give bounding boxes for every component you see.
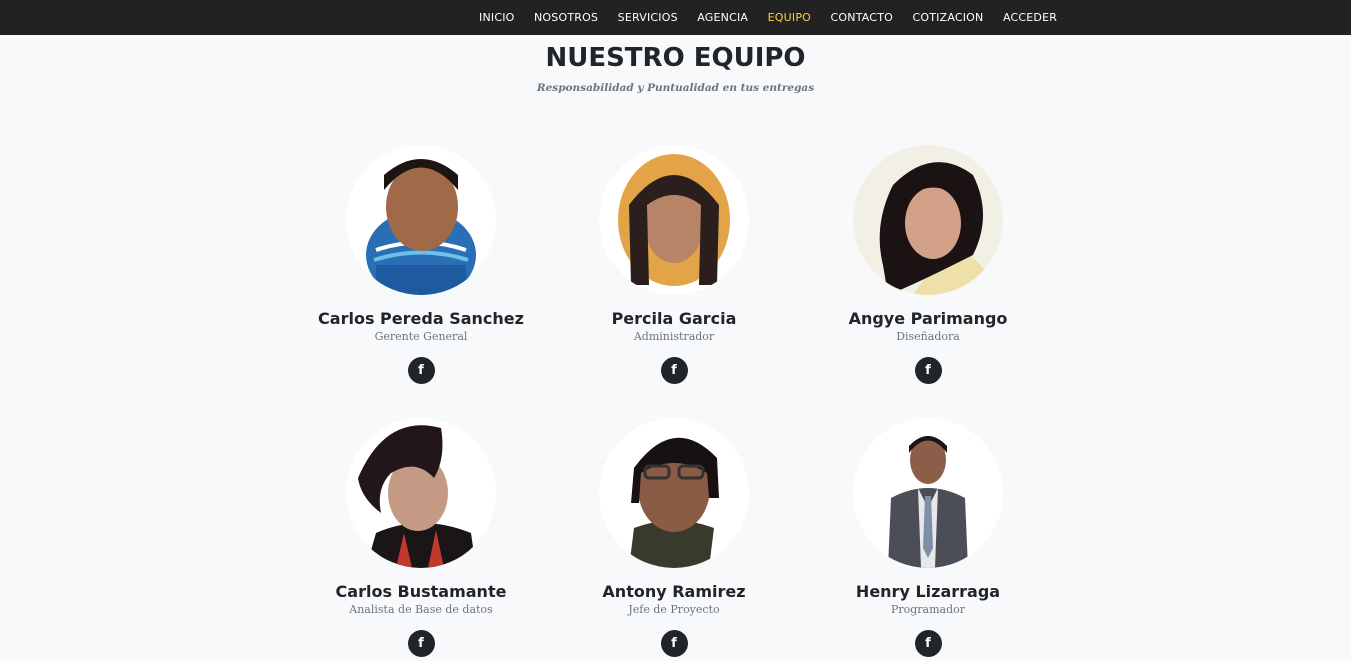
facebook-button[interactable]: f (914, 357, 942, 384)
member-name: Henry Lizarraga (855, 582, 1001, 601)
member-role: Diseñadora (896, 330, 960, 343)
team-member: Henry Lizarraga Programador f (801, 418, 1055, 657)
member-photo (853, 145, 1003, 295)
facebook-button[interactable]: f (914, 630, 942, 657)
facebook-button[interactable]: f (660, 357, 688, 384)
member-role: Jefe de Proyecto (628, 603, 720, 616)
nav-item-contacto[interactable]: CONTACTO (831, 11, 893, 24)
member-photo (346, 418, 496, 568)
member-name: Antony Ramirez (602, 582, 746, 601)
facebook-icon: f (418, 363, 424, 378)
facebook-icon: f (671, 636, 677, 651)
facebook-button[interactable]: f (407, 630, 435, 657)
section-heading: NUESTRO EQUIPO (545, 43, 806, 73)
member-role: Gerente General (374, 330, 468, 343)
nav-item-servicios[interactable]: SERVICIOS (618, 11, 678, 24)
member-photo (853, 418, 1003, 568)
nav-item-acceder[interactable]: ACCEDER (1003, 11, 1057, 24)
member-name: Percila Garcia (611, 309, 737, 328)
member-name: Angye Parimango (848, 309, 1008, 328)
team-member: Percila Garcia Administrador f (547, 145, 801, 384)
facebook-icon: f (671, 363, 677, 378)
member-photo (599, 418, 749, 568)
facebook-button[interactable]: f (407, 357, 435, 384)
member-role: Analista de Base de datos (349, 603, 493, 616)
member-name: Carlos Pereda Sanchez (318, 309, 524, 328)
member-role: Programador (890, 603, 966, 616)
member-role: Administrador (633, 330, 715, 343)
facebook-icon: f (418, 636, 424, 651)
facebook-icon: f (925, 363, 931, 378)
facebook-button[interactable]: f (660, 630, 688, 657)
team-member: Carlos Bustamante Analista de Base de da… (294, 418, 548, 657)
member-name: Carlos Bustamante (335, 582, 507, 601)
nav-item-nosotros[interactable]: NOSOTROS (534, 11, 598, 24)
team-member: Carlos Pereda Sanchez Gerente General f (294, 145, 548, 384)
section-subheading: Responsabilidad y Puntualidad en tus ent… (536, 82, 815, 94)
member-photo (346, 145, 496, 295)
facebook-icon: f (925, 636, 931, 651)
nav-item-inicio[interactable]: INICIO (479, 11, 515, 24)
member-photo (599, 145, 749, 295)
nav-item-cotizacion[interactable]: COTIZACION (912, 11, 983, 24)
navbar: INICIO NOSOTROS SERVICIOS AGENCIA EQUIPO… (0, 0, 1351, 35)
nav-menu: INICIO NOSOTROS SERVICIOS AGENCIA EQUIPO… (479, 0, 1057, 35)
team-member: Angye Parimango Diseñadora f (801, 145, 1055, 384)
nav-item-equipo[interactable]: EQUIPO (768, 11, 811, 24)
nav-item-agencia[interactable]: AGENCIA (697, 11, 748, 24)
team-member: Antony Ramirez Jefe de Proyecto f (547, 418, 801, 657)
